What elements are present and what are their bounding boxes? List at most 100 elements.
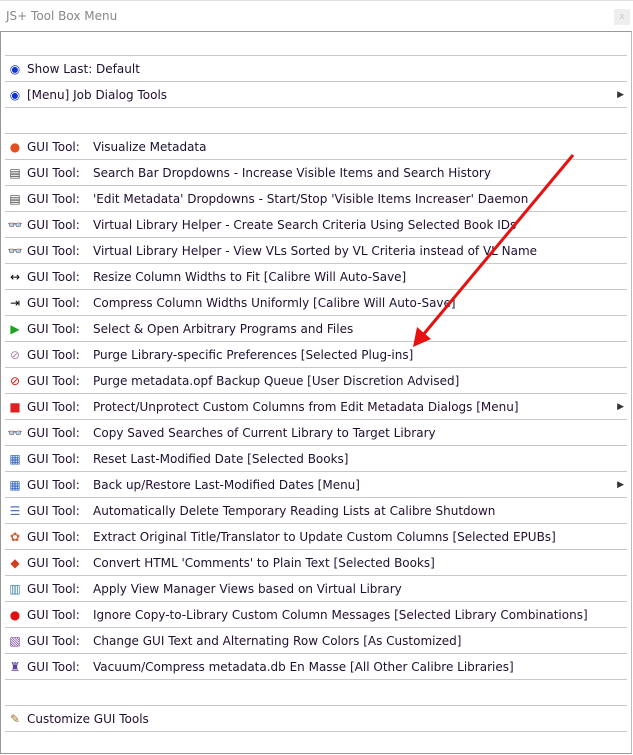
eraser-icon: ⊘	[9, 347, 21, 362]
menu-item-prefix: GUI Tool:	[27, 321, 80, 336]
pie-chart-icon: ●	[9, 139, 21, 154]
menu-item-label: Vacuum/Compress metadata.db En Masse [Al…	[93, 659, 514, 674]
window-title: JS+ Tool Box Menu	[6, 9, 118, 23]
menu-separator-row	[5, 108, 627, 134]
menu-item-label: Change GUI Text and Alternating Row Colo…	[93, 633, 462, 648]
menu-item[interactable]: ◉ Show Last: Default	[5, 56, 627, 82]
binoculars-icon: 👓	[7, 243, 23, 258]
close-button[interactable]: x	[614, 9, 630, 25]
menu-item-prefix: GUI Tool:	[27, 607, 80, 622]
menu-item-label: Virtual Library Helper - Create Search C…	[93, 217, 517, 232]
menu-item-prefix: GUI Tool:	[27, 269, 80, 284]
menu-item-prefix: GUI Tool:	[27, 373, 80, 388]
palette-icon: ▧	[9, 633, 21, 648]
tool-box-menu: ◉ Show Last: Default ◉ [Menu] Job Dialog To…	[0, 31, 632, 754]
menu-item[interactable]: 👓 GUI Tool: Virtual Library Helper - Creat…	[5, 212, 627, 238]
menu-item-prefix: GUI Tool:	[27, 529, 80, 544]
menu-item-label: Protect/Unprotect Custom Columns from Ed…	[93, 399, 519, 414]
menu-item-prefix: GUI Tool:	[27, 555, 80, 570]
menu-item[interactable]: ↔ GUI Tool: Resize Column Widths to Fit [C…	[5, 264, 627, 290]
lock-icon: ■	[9, 399, 21, 414]
menu-item[interactable]: 👓 GUI Tool: Copy Saved Searches of Current…	[5, 420, 627, 446]
prohibited-icon: ⊘	[9, 373, 21, 388]
submenu-arrow-icon: ▶	[617, 401, 624, 412]
menu-item-prefix: GUI Tool:	[27, 451, 80, 466]
menu-item[interactable]: ✎ Customize GUI Tools	[5, 706, 627, 732]
menu-item[interactable]: ● GUI Tool: Ignore Copy-to-Library Custom …	[5, 602, 627, 628]
view-manager-icon: ▥	[9, 581, 21, 596]
menu-item-label: Customize GUI Tools	[27, 711, 149, 726]
menu-item-label: Virtual Library Helper - View VLs Sorted…	[93, 243, 538, 258]
menu-item-label: Show Last: Default	[27, 61, 140, 76]
menu-item[interactable]: ⊘ GUI Tool: Purge metadata.opf Backup Queu…	[5, 368, 627, 394]
submenu-arrow-icon: ▶	[617, 89, 624, 100]
menu-item-prefix: GUI Tool:	[27, 191, 80, 206]
menu-item-label: Purge metadata.opf Backup Queue [User Di…	[93, 373, 460, 388]
menu-item-label: [Menu] Job Dialog Tools	[27, 87, 168, 102]
resize-arrows-icon: ↔	[9, 269, 21, 284]
title-bar: JS+ Tool Box Menu x	[0, 0, 633, 32]
menu-item-label: Compress Column Widths Uniformly [Calibr…	[93, 295, 456, 310]
submenu-arrow-icon: ▶	[617, 479, 624, 490]
calendar-icon: ▦	[9, 477, 21, 492]
menu-item[interactable]: ▦ GUI Tool: Reset Last-Modified Date [Sele…	[5, 446, 627, 472]
menu-item[interactable]: ⇥ GUI Tool: Compress Column Widths Uniform…	[5, 290, 627, 316]
binoculars-icon: 👓	[7, 425, 23, 440]
menu-item[interactable]: ▦ GUI Tool: Back up/Restore Last-Modified …	[5, 472, 627, 498]
menu-item-label: Back up/Restore Last-Modified Dates [Men…	[93, 477, 360, 492]
red-ball-icon: ●	[9, 607, 21, 622]
menu-item-label: Purge Library-specific Preferences [Sele…	[93, 347, 414, 362]
menu-item[interactable]: 👓 GUI Tool: Virtual Library Helper - View …	[5, 238, 627, 264]
menu-item-label: Resize Column Widths to Fit [Calibre Wil…	[93, 269, 407, 284]
menu-item-label: Apply View Manager Views based on Virtua…	[93, 581, 402, 596]
menu-separator-row	[5, 680, 627, 706]
calendar-icon: ▦	[9, 451, 21, 466]
menu-item[interactable]: ◉ [Menu] Job Dialog Tools ▶	[5, 82, 627, 108]
menu-item[interactable]: ✿ GUI Tool: Extract Original Title/Transla…	[5, 524, 627, 550]
reading-list-icon: ☰	[9, 503, 21, 518]
binoculars-icon: 👓	[7, 217, 23, 232]
menu-item[interactable]: ▧ GUI Tool: Change GUI Text and Alternatin…	[5, 628, 627, 654]
menu-item[interactable]: ● GUI Tool: Visualize Metadata	[5, 134, 627, 160]
menu-item[interactable]: ▥ GUI Tool: Apply View Manager Views based…	[5, 576, 627, 602]
menu-item-prefix: GUI Tool:	[27, 217, 80, 232]
menu-item[interactable]: ▶ GUI Tool: Select & Open Arbitrary Progra…	[5, 316, 627, 342]
menu-item-prefix: GUI Tool:	[27, 399, 80, 414]
menu-item-prefix: GUI Tool:	[27, 477, 80, 492]
menu-item[interactable]: ▤ GUI Tool: Search Bar Dropdowns - Increas…	[5, 160, 627, 186]
menu-item-prefix: GUI Tool:	[27, 165, 80, 180]
menu-item-label: Ignore Copy-to-Library Custom Column Mes…	[93, 607, 588, 622]
menu-item[interactable]: ♜ GUI Tool: Vacuum/Compress metadata.db En…	[5, 654, 627, 680]
menu-item-label: 'Edit Metadata' Dropdowns - Start/Stop '…	[93, 191, 529, 206]
menu-item-prefix: GUI Tool:	[27, 581, 80, 596]
menu-item-label: Convert HTML 'Comments' to Plain Text [S…	[93, 555, 435, 570]
dropdown-list-icon: ▤	[9, 165, 21, 180]
menu-item-label: Search Bar Dropdowns - Increase Visible …	[93, 165, 491, 180]
menu-item-prefix: GUI Tool:	[27, 659, 80, 674]
wand-icon: ✎	[9, 711, 21, 726]
menu-item-prefix: GUI Tool:	[27, 295, 80, 310]
menu-item-prefix: GUI Tool:	[27, 503, 80, 518]
menu-item-prefix: GUI Tool:	[27, 633, 80, 648]
menu-item-prefix: GUI Tool:	[27, 347, 80, 362]
play-icon: ▶	[10, 321, 20, 336]
eye-icon: ◉	[9, 61, 21, 76]
menu-separator-row	[5, 32, 627, 56]
menu-item-label: Extract Original Title/Translator to Upd…	[93, 529, 556, 544]
menu-item-prefix: GUI Tool:	[27, 139, 80, 154]
menu-item-prefix: GUI Tool:	[27, 425, 80, 440]
dropdown-list-icon: ▤	[9, 191, 21, 206]
menu-item-label: Reset Last-Modified Date [Selected Books…	[93, 451, 349, 466]
menu-item[interactable]: ■ GUI Tool: Protect/Unprotect Custom Colum…	[5, 394, 627, 420]
menu-item[interactable]: ▤ GUI Tool: 'Edit Metadata' Dropdowns - St…	[5, 186, 627, 212]
menu-item-label: Copy Saved Searches of Current Library t…	[93, 425, 436, 440]
translate-icon: ✿	[9, 529, 21, 544]
menu-item-label: Visualize Metadata	[93, 139, 207, 154]
menu-item[interactable]: ☰ GUI Tool: Automatically Delete Temporary…	[5, 498, 627, 524]
menu-item[interactable]: ◆ GUI Tool: Convert HTML 'Comments' to Pla…	[5, 550, 627, 576]
compress-arrows-icon: ⇥	[9, 295, 21, 310]
menu-item[interactable]: ⊘ GUI Tool: Purge Library-specific Prefere…	[5, 342, 627, 368]
vacuum-icon: ♜	[9, 659, 21, 674]
menu-item-label: Automatically Delete Temporary Reading L…	[93, 503, 496, 518]
menu-item-prefix: GUI Tool:	[27, 243, 80, 258]
